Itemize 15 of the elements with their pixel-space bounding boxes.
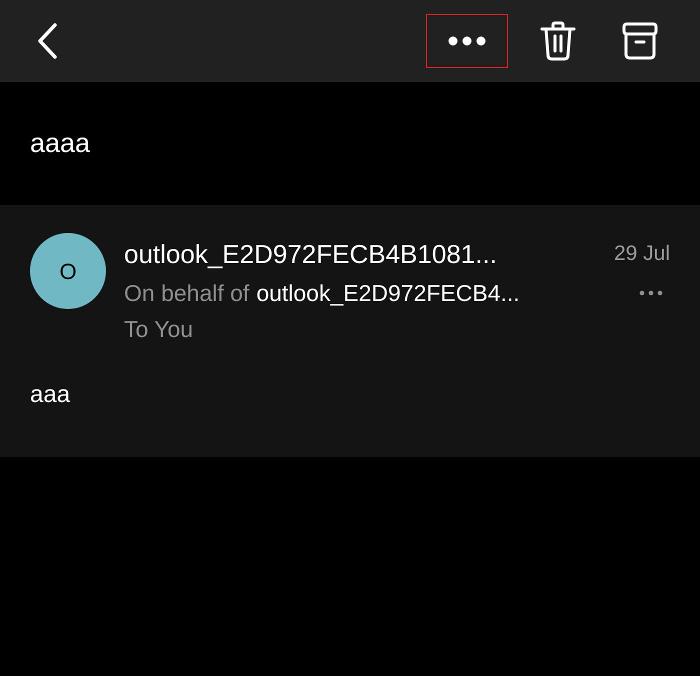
- sender-avatar: O: [30, 233, 106, 309]
- archive-icon: [622, 22, 658, 60]
- behalf-sender: outlook_E2D972FECB4...: [256, 278, 520, 308]
- on-behalf-label: On behalf of: [124, 278, 250, 308]
- back-icon: [36, 22, 58, 60]
- trash-icon: [540, 21, 576, 61]
- more-button[interactable]: [426, 14, 508, 68]
- sender-name: outlook_E2D972FECB4B1081...: [124, 238, 497, 270]
- message-body: aaa: [30, 380, 72, 410]
- more-icon: [639, 290, 663, 296]
- recipients: To You: [124, 315, 194, 344]
- delete-button[interactable]: [538, 19, 578, 63]
- more-icon: [448, 36, 486, 46]
- message-date: 29 Jul: [614, 241, 670, 268]
- email-subject: aaaa: [30, 127, 90, 160]
